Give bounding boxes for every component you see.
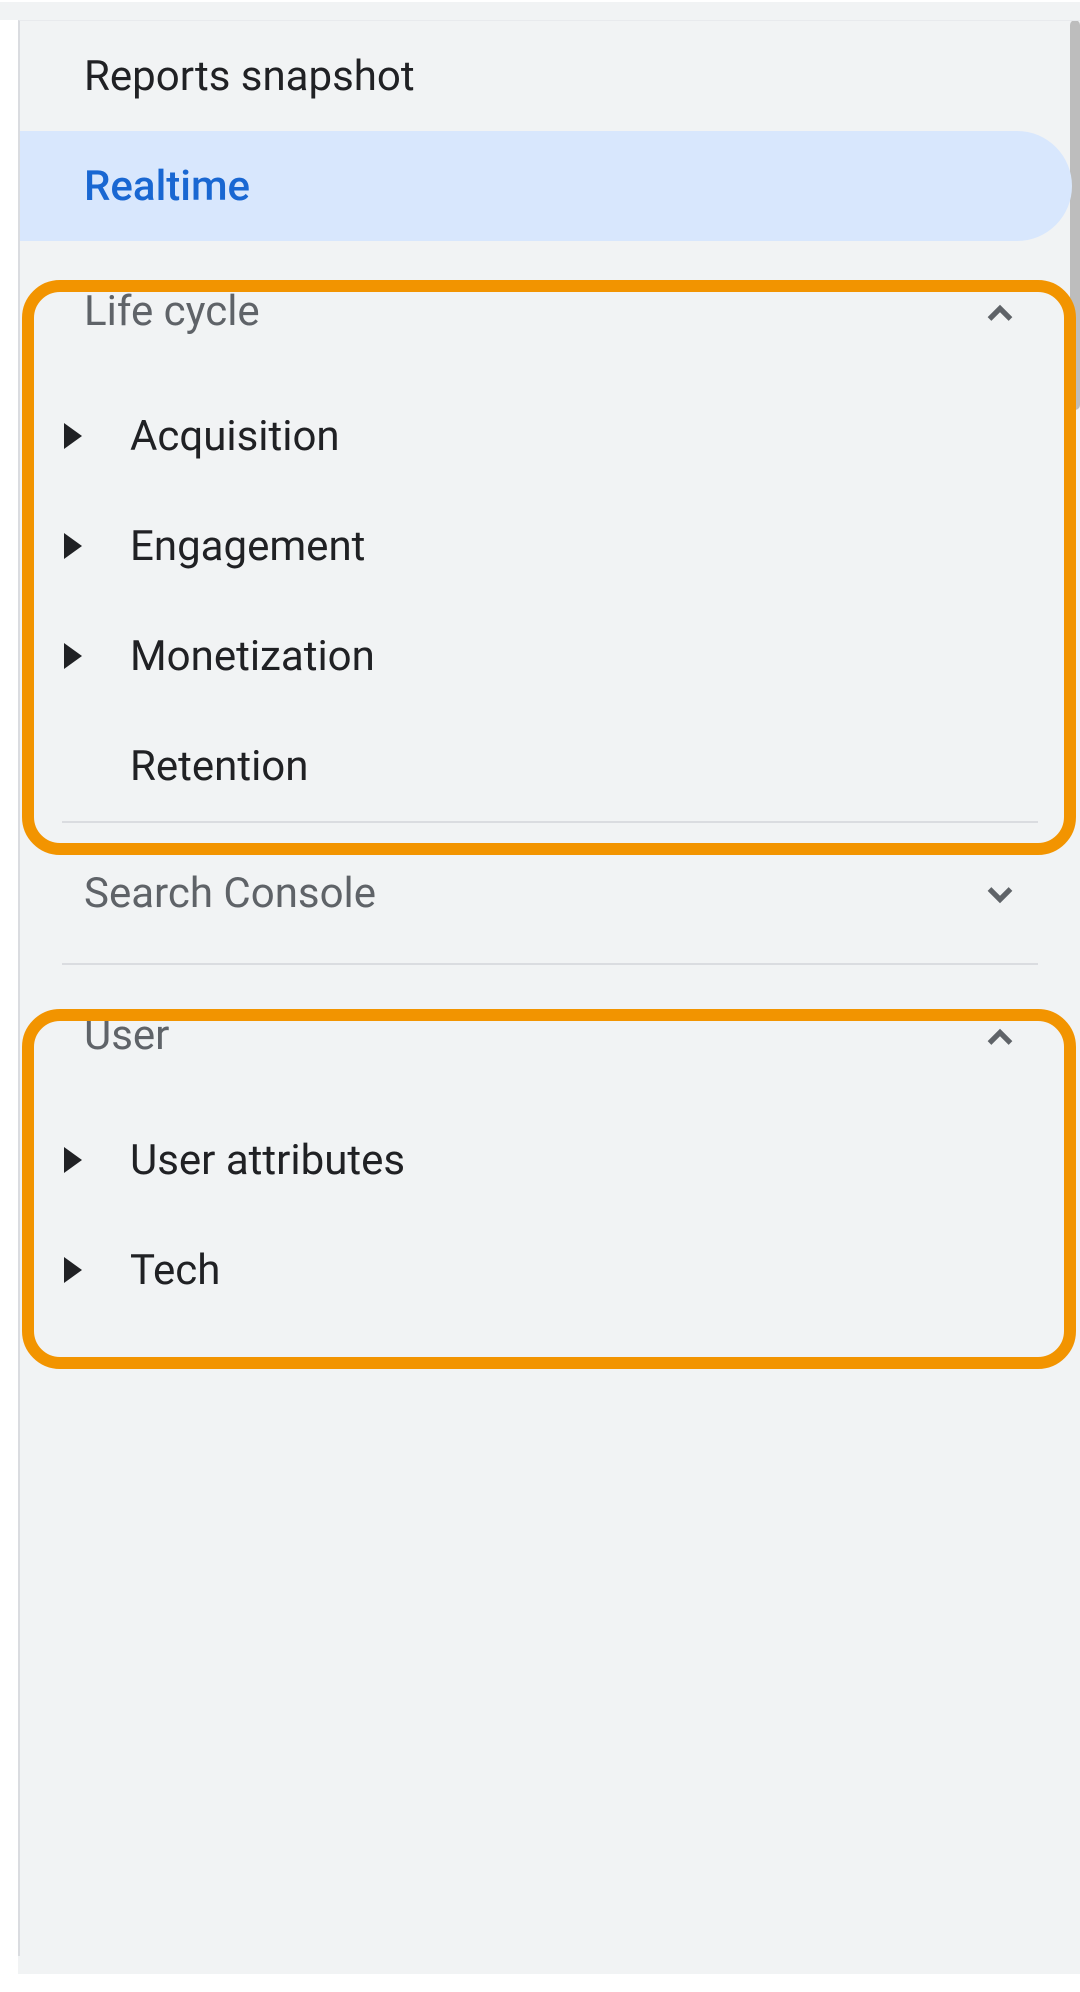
sub-engagement[interactable]: Engagement <box>20 491 1080 601</box>
section-label: User <box>84 1011 169 1060</box>
sub-retention[interactable]: Retention <box>20 711 1080 821</box>
sub-label: Monetization <box>130 632 375 681</box>
sub-label: Acquisition <box>130 412 340 461</box>
section-label: Life cycle <box>84 287 260 336</box>
chevron-up-icon <box>982 1017 1018 1053</box>
nav-label: Realtime <box>84 162 250 211</box>
section-user[interactable]: User <box>20 965 1080 1105</box>
section-label: Search Console <box>84 869 376 918</box>
caret-right-icon <box>64 1147 82 1173</box>
chevron-down-icon <box>982 875 1018 911</box>
section-search-console[interactable]: Search Console <box>20 823 1080 963</box>
nav-realtime[interactable]: Realtime <box>20 131 1072 241</box>
sub-acquisition[interactable]: Acquisition <box>20 381 1080 491</box>
nav-reports-snapshot[interactable]: Reports snapshot <box>20 21 1080 131</box>
caret-right-icon <box>64 423 82 449</box>
sidebar-inner: Reports snapshot Realtime Life cycle Acq… <box>18 20 1080 1956</box>
sub-label: Retention <box>130 742 308 791</box>
nav-label: Reports snapshot <box>84 52 415 101</box>
caret-right-icon <box>64 533 82 559</box>
sidebar: Reports snapshot Realtime Life cycle Acq… <box>0 0 1080 1974</box>
gutter <box>0 20 18 1992</box>
sub-user-attributes[interactable]: User attributes <box>20 1105 1080 1215</box>
sub-tech[interactable]: Tech <box>20 1215 1080 1325</box>
caret-right-icon <box>64 1257 82 1283</box>
sub-monetization[interactable]: Monetization <box>20 601 1080 711</box>
sub-label: Engagement <box>130 522 365 571</box>
section-life-cycle[interactable]: Life cycle <box>20 241 1080 381</box>
sub-label: Tech <box>130 1246 220 1295</box>
caret-right-icon <box>64 643 82 669</box>
chevron-up-icon <box>982 293 1018 329</box>
sub-label: User attributes <box>130 1136 405 1185</box>
